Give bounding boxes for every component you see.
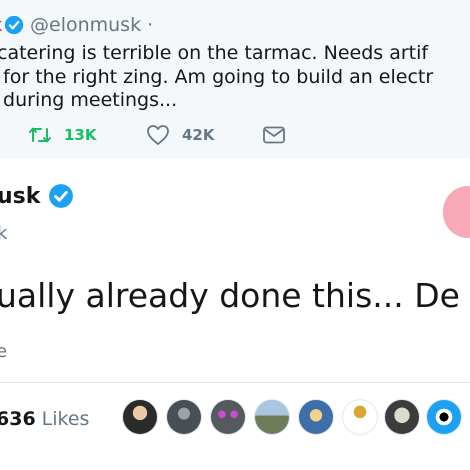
retweet-icon [29,127,51,143]
liker-avatar[interactable] [426,399,462,435]
liker-avatar[interactable] [210,399,246,435]
liker-avatar[interactable] [122,399,158,435]
parent-tweet-text-line: catering is terrible on the tarmac. Need… [0,42,429,64]
parent-tweet[interactable]: k @elonmusk · catering is terrible on th… [0,0,470,158]
main-tweet-header: usk [0,181,74,211]
liker-avatar[interactable] [342,399,378,435]
divider [0,382,470,383]
parent-tweet-text: catering is terrible on the tarmac. Need… [0,42,470,113]
like-count: 42K [182,126,215,144]
main-tweet-text: ually already done this... De [0,276,460,315]
parent-tweet-header: k @elonmusk · [0,12,153,38]
liker-avatar[interactable] [298,399,334,435]
parent-tweet-text-line: during meetings... [0,89,178,111]
likes-count: 636 [0,408,36,430]
likes-label: Likes [41,408,90,430]
retweet-button[interactable]: 13K [28,122,97,148]
liker-avatar[interactable] [166,399,202,435]
verified-badge-icon [4,15,24,35]
envelope-icon [263,126,285,144]
main-author-name[interactable]: usk [0,184,40,209]
direct-message-button[interactable] [262,122,286,148]
heart-icon [147,125,169,145]
liker-avatar[interactable] [254,399,290,435]
follow-button[interactable] [443,186,470,238]
liker-avatar[interactable] [384,399,420,435]
like-button[interactable]: 42K [146,122,215,148]
parent-author-name[interactable]: k [0,15,2,36]
main-author-handle[interactable]: k [0,223,7,244]
tweet-timestamp[interactable]: e [0,341,7,362]
parent-tweet-text-line: for the right zing. Am going to build an… [0,65,434,88]
verified-badge-icon [49,184,74,208]
likes-stat[interactable]: 636 Likes [0,404,89,434]
retweet-count: 13K [64,126,97,144]
parent-tweet-actions: 13K 42K [0,122,470,148]
parent-author-handle[interactable]: @elonmusk · [30,14,153,36]
